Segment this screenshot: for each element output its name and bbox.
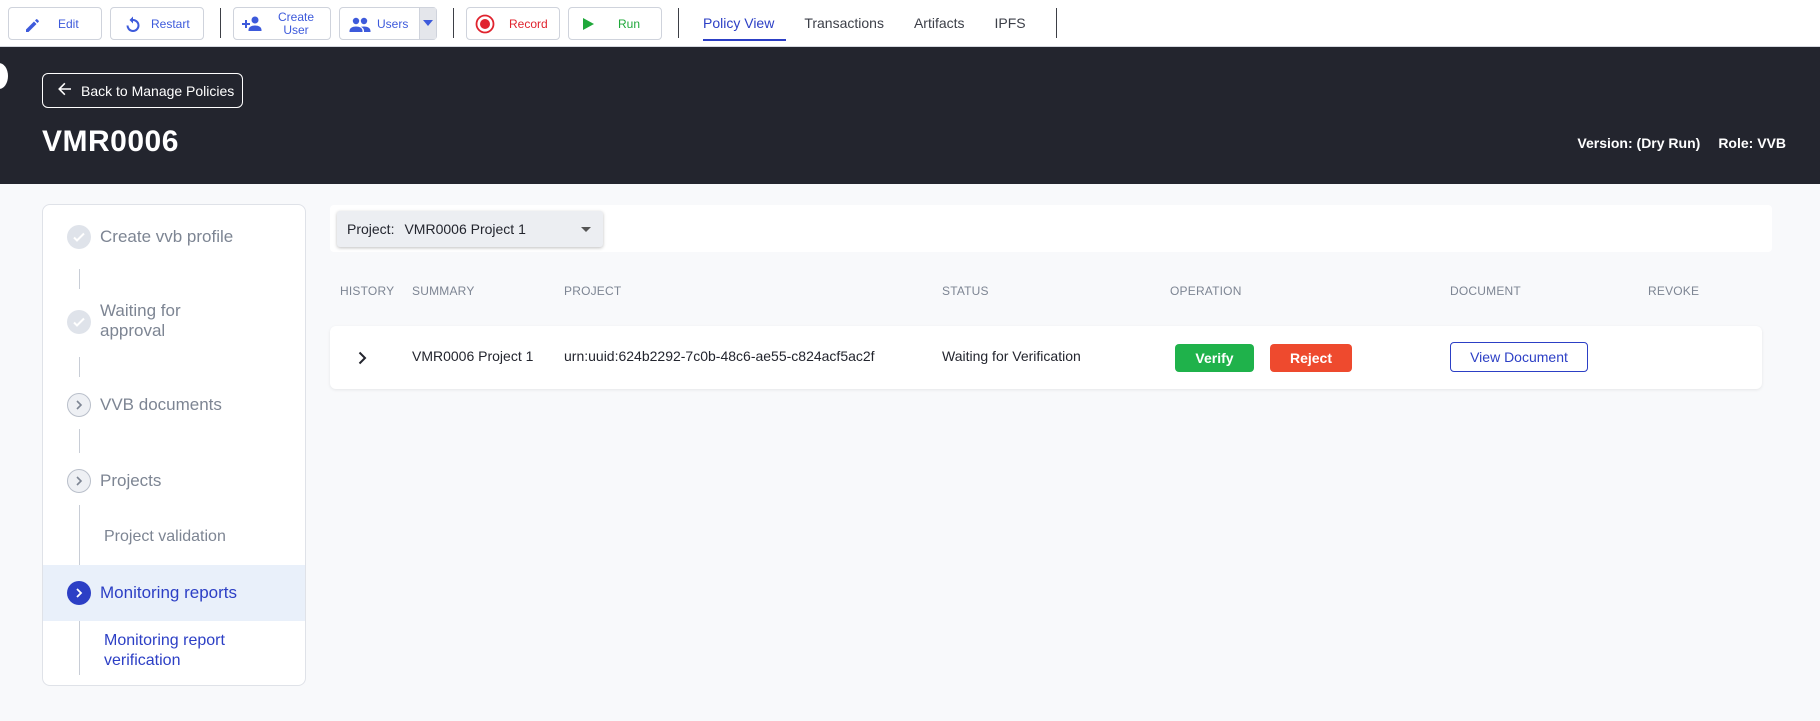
column-header-summary: SUMMARY bbox=[412, 284, 475, 298]
project-select[interactable]: Project: VMR0006 Project 1 bbox=[337, 211, 603, 247]
users-icon bbox=[348, 15, 372, 38]
record-button[interactable]: Record bbox=[466, 6, 560, 40]
policy-meta: Version: (Dry Run) Role: VVB bbox=[1577, 135, 1786, 151]
check-icon bbox=[67, 225, 91, 249]
column-header-revoke: REVOKE bbox=[1648, 284, 1700, 298]
chevron-right-icon bbox=[358, 351, 367, 365]
check-icon bbox=[67, 310, 91, 334]
step-connector bbox=[79, 621, 80, 675]
restart-icon bbox=[123, 15, 143, 38]
verify-button[interactable]: Verify bbox=[1175, 344, 1254, 372]
create-user-label: Create User bbox=[278, 9, 315, 37]
sidebar-step-create-vvb-profile[interactable]: Create vvb profile bbox=[43, 217, 305, 257]
play-icon bbox=[581, 17, 595, 34]
run-button[interactable]: Run bbox=[568, 6, 662, 40]
create-user-button[interactable]: Create User bbox=[233, 6, 331, 40]
caret-down-icon bbox=[581, 227, 591, 232]
step-connector bbox=[79, 269, 80, 289]
sidebar-step-vvb-documents[interactable]: VVB documents bbox=[43, 385, 305, 425]
view-document-button[interactable]: View Document bbox=[1450, 342, 1588, 372]
role-text: Role: VVB bbox=[1718, 135, 1786, 151]
add-user-icon bbox=[241, 14, 265, 37]
restart-label: Restart bbox=[151, 16, 190, 31]
sidebar-substep-monitoring-report-verification[interactable]: Monitoring report verification bbox=[104, 631, 225, 671]
run-label: Run bbox=[618, 16, 641, 31]
caret-down-icon bbox=[423, 19, 433, 26]
step-connector bbox=[79, 505, 80, 565]
project-cell: urn:uuid:624b2292-7c0b-48c6-ae55-c824acf… bbox=[564, 348, 875, 364]
toolbar-divider bbox=[1055, 8, 1057, 38]
project-filter-bar: Project: VMR0006 Project 1 bbox=[330, 205, 1772, 252]
column-header-project: PROJECT bbox=[564, 284, 622, 298]
column-header-operation: OPERATION bbox=[1170, 284, 1242, 298]
tab-transactions[interactable]: Transactions bbox=[786, 0, 896, 47]
reject-button[interactable]: Reject bbox=[1270, 344, 1352, 372]
back-label: Back to Manage Policies bbox=[81, 82, 235, 99]
pencil-icon bbox=[23, 15, 43, 38]
table-row: VMR0006 Project 1 urn:uuid:624b2292-7c0b… bbox=[330, 326, 1762, 389]
sidebar-step-waiting-for-approval[interactable]: Waiting for approval bbox=[43, 297, 305, 347]
arrow-left-icon bbox=[57, 81, 81, 100]
column-header-history: HISTORY bbox=[340, 284, 395, 298]
step-connector bbox=[79, 357, 80, 377]
column-header-document: DOCUMENT bbox=[1450, 284, 1521, 298]
project-select-label: Project: bbox=[347, 221, 395, 237]
toolbar-divider bbox=[453, 8, 454, 38]
sidebar-step-monitoring-reports[interactable]: Monitoring reports bbox=[43, 565, 305, 621]
version-text: Version: (Dry Run) bbox=[1577, 135, 1701, 151]
page-title: VMR0006 bbox=[42, 125, 179, 158]
expand-history-button[interactable] bbox=[352, 348, 372, 368]
restart-button[interactable]: Restart bbox=[110, 6, 204, 40]
column-header-status: STATUS bbox=[942, 284, 989, 298]
chevron-right-icon bbox=[67, 393, 91, 417]
toolbar-divider bbox=[220, 8, 221, 38]
edit-label: Edit bbox=[58, 16, 79, 31]
policy-header: Back to Manage Policies VMR0006 Version:… bbox=[0, 47, 1820, 184]
sidebar-substep-project-validation[interactable]: Project validation bbox=[104, 527, 226, 547]
edit-button[interactable]: Edit bbox=[8, 6, 102, 40]
chevron-right-icon bbox=[67, 581, 91, 605]
top-toolbar: Edit Restart Create User Users Record Ru… bbox=[0, 0, 1820, 47]
tab-ipfs[interactable]: IPFS bbox=[977, 0, 1038, 47]
summary-cell: VMR0006 Project 1 bbox=[412, 348, 534, 364]
step-connector bbox=[79, 429, 80, 453]
chevron-right-icon bbox=[67, 469, 91, 493]
tab-artifacts[interactable]: Artifacts bbox=[896, 0, 977, 47]
record-icon bbox=[475, 14, 495, 37]
toolbar-divider bbox=[678, 8, 679, 38]
users-button[interactable]: Users bbox=[339, 6, 437, 40]
record-label: Record bbox=[509, 16, 548, 31]
tab-policy-view[interactable]: Policy View bbox=[691, 0, 787, 47]
users-label: Users bbox=[377, 16, 409, 31]
workflow-sidebar: Create vvb profile Waiting for approval … bbox=[42, 204, 306, 686]
sidebar-step-projects[interactable]: Projects bbox=[43, 461, 305, 501]
back-to-manage-policies-button[interactable]: Back to Manage Policies bbox=[42, 73, 243, 108]
project-select-value: VMR0006 Project 1 bbox=[404, 221, 526, 237]
status-cell: Waiting for Verification bbox=[942, 348, 1081, 364]
users-dropdown-toggle[interactable] bbox=[419, 7, 436, 39]
sidebar-toggle-handle[interactable] bbox=[0, 63, 8, 89]
